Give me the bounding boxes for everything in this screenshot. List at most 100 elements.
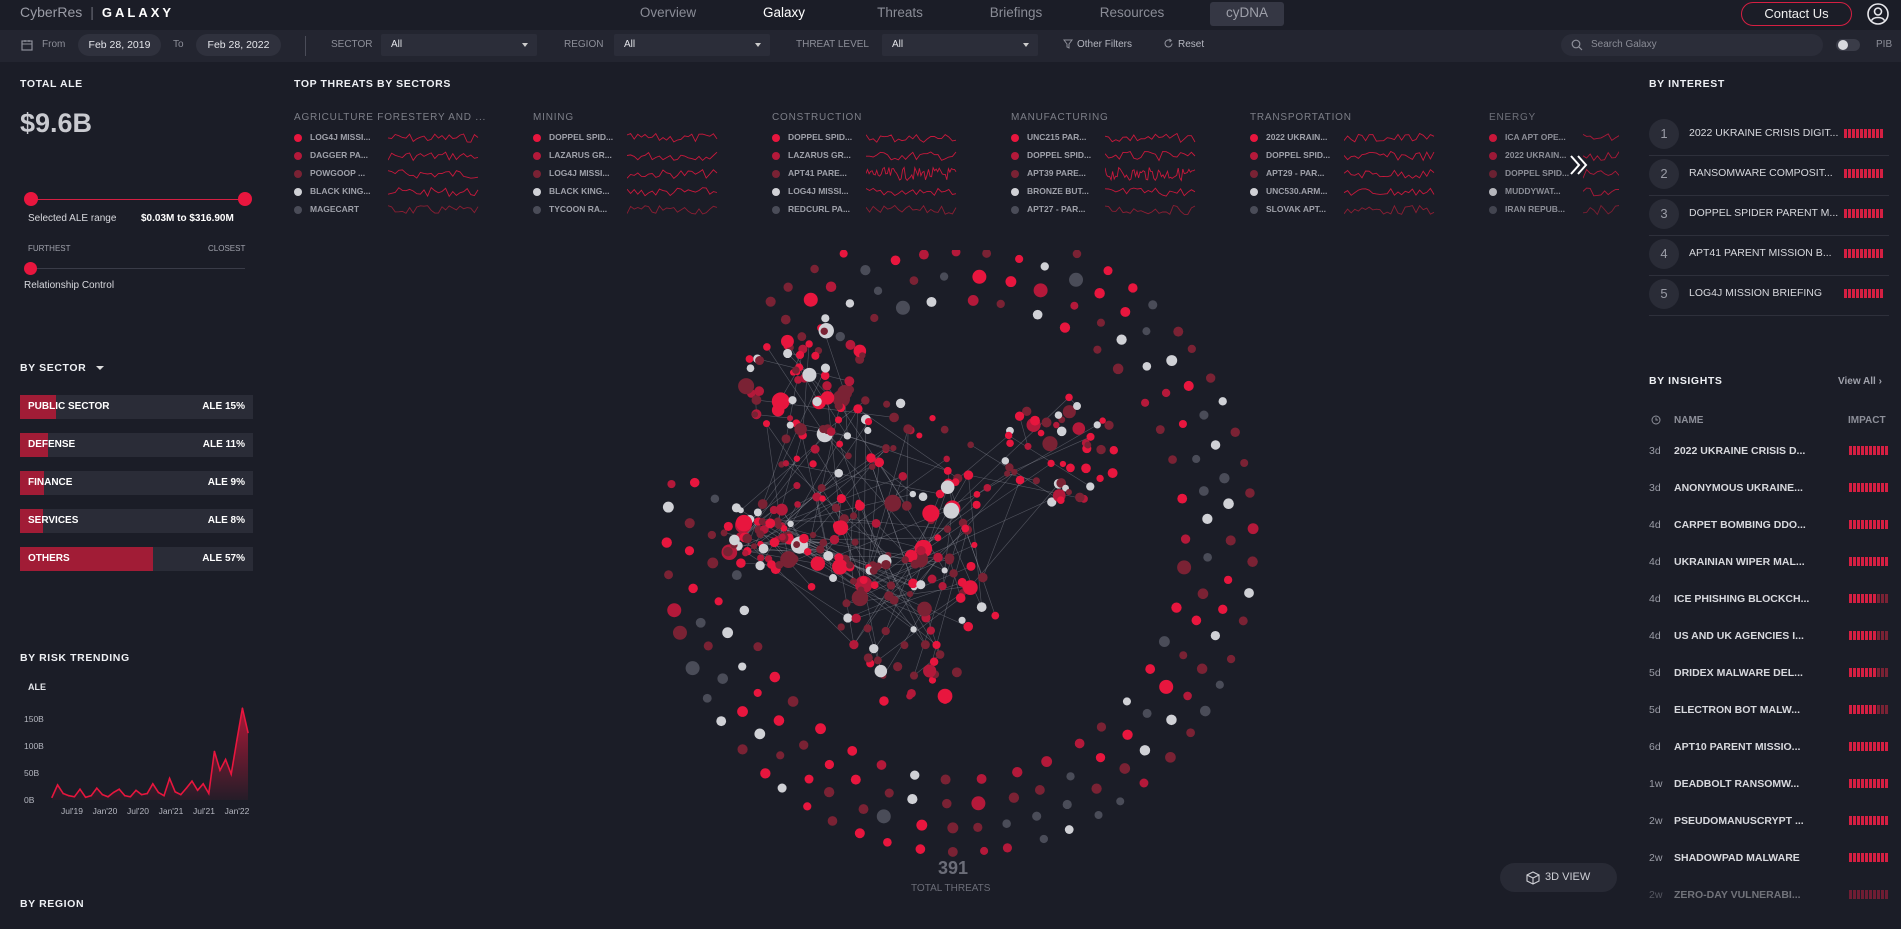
galaxy-node[interactable] — [819, 495, 826, 502]
galaxy-node[interactable] — [781, 434, 791, 444]
galaxy-node[interactable] — [1094, 810, 1103, 820]
galaxy-node[interactable] — [822, 381, 832, 391]
galaxy-node[interactable] — [1012, 766, 1023, 778]
galaxy-node[interactable] — [940, 425, 949, 434]
galaxy-node[interactable] — [1054, 411, 1063, 419]
galaxy-node[interactable] — [874, 562, 882, 570]
galaxy-node[interactable] — [1183, 691, 1192, 701]
threat-row[interactable]: ICA APT OPE... — [1489, 130, 1619, 148]
galaxy-node[interactable] — [1104, 420, 1114, 430]
galaxy-node[interactable] — [943, 455, 950, 463]
galaxy-node[interactable] — [723, 546, 733, 557]
galaxy-node[interactable] — [958, 616, 966, 624]
galaxy-node[interactable] — [1066, 463, 1075, 473]
threat-row[interactable]: LOG4J MISSI... — [533, 166, 748, 184]
galaxy-node[interactable] — [811, 351, 820, 360]
insight-item[interactable]: 4d ICE PHISHING BLOCKCH... — [1649, 582, 1889, 619]
galaxy-node[interactable] — [717, 673, 729, 684]
galaxy-node[interactable] — [810, 264, 819, 274]
galaxy-node[interactable] — [898, 472, 908, 481]
galaxy-node[interactable] — [1177, 493, 1188, 504]
galaxy-node[interactable] — [1226, 654, 1236, 664]
galaxy-node[interactable] — [991, 611, 1000, 620]
galaxy-node[interactable] — [1034, 785, 1045, 795]
galaxy-node[interactable] — [873, 286, 883, 296]
galaxy-node[interactable] — [846, 561, 854, 569]
galaxy-node[interactable] — [845, 299, 855, 308]
galaxy-node[interactable] — [940, 774, 951, 785]
insight-item[interactable]: 5d DRIDEX MALWARE DEL... — [1649, 656, 1889, 693]
galaxy-node[interactable] — [1128, 283, 1138, 293]
galaxy-node[interactable] — [935, 650, 945, 659]
galaxy-node[interactable] — [973, 822, 983, 832]
galaxy-node[interactable] — [834, 416, 843, 424]
galaxy-node[interactable] — [1186, 728, 1195, 738]
galaxy-node[interactable] — [1107, 468, 1118, 478]
galaxy-node[interactable] — [873, 656, 882, 665]
galaxy-node[interactable] — [884, 494, 902, 512]
galaxy-node[interactable] — [843, 613, 853, 623]
galaxy-node[interactable] — [834, 468, 844, 478]
galaxy-node[interactable] — [1215, 680, 1224, 689]
sector-bar[interactable]: FINANCE ALE 9% — [20, 471, 253, 495]
galaxy-node[interactable] — [836, 493, 846, 504]
interest-item[interactable]: 1 2022 UKRAINE CRISIS DIGIT... — [1649, 116, 1889, 156]
galaxy-node[interactable] — [661, 537, 672, 548]
galaxy-node[interactable] — [1142, 361, 1152, 371]
galaxy-node[interactable] — [820, 363, 831, 373]
3d-view-button[interactable]: 3D VIEW — [1500, 863, 1617, 892]
galaxy-node[interactable] — [1041, 756, 1053, 768]
insight-item[interactable]: 3d 2022 UKRAINE CRISIS D... — [1649, 434, 1889, 471]
galaxy-node[interactable] — [1072, 422, 1086, 435]
galaxy-node[interactable] — [775, 560, 784, 569]
threat-row[interactable]: BLACK KING... — [294, 184, 509, 202]
galaxy-node[interactable] — [909, 276, 919, 285]
galaxy-node[interactable] — [731, 570, 742, 581]
galaxy-node[interactable] — [883, 837, 892, 847]
galaxy-node[interactable] — [839, 250, 848, 258]
galaxy-node[interactable] — [793, 541, 801, 549]
galaxy-node[interactable] — [795, 350, 805, 360]
galaxy-node[interactable] — [1112, 363, 1124, 375]
threat-row[interactable]: DOPPEL SPID... — [1489, 166, 1619, 184]
by-sector-dropdown[interactable]: BY SECTOR — [20, 362, 104, 374]
galaxy-node[interactable] — [851, 538, 859, 546]
galaxy-node[interactable] — [1179, 651, 1188, 660]
galaxy-node[interactable] — [1168, 455, 1177, 464]
galaxy-node[interactable] — [929, 414, 936, 422]
galaxy-node[interactable] — [1002, 819, 1011, 828]
galaxy-node[interactable] — [854, 500, 865, 511]
galaxy-node[interactable] — [695, 617, 706, 628]
galaxy-node[interactable] — [782, 460, 790, 467]
user-account-icon[interactable] — [1866, 2, 1890, 26]
sector-bar[interactable]: SERVICES ALE 8% — [20, 509, 253, 533]
galaxy-node[interactable] — [1004, 431, 1013, 440]
galaxy-node[interactable] — [773, 715, 785, 726]
galaxy-node[interactable] — [980, 846, 989, 855]
galaxy-node[interactable] — [859, 352, 866, 359]
galaxy-node[interactable] — [901, 500, 912, 511]
galaxy-node[interactable] — [874, 457, 885, 468]
galaxy-node[interactable] — [746, 364, 755, 373]
galaxy-node[interactable] — [688, 583, 698, 594]
galaxy-node[interactable] — [1145, 664, 1156, 674]
galaxy-node[interactable] — [793, 482, 801, 490]
galaxy-node[interactable] — [829, 534, 840, 545]
galaxy-node[interactable] — [754, 728, 766, 740]
galaxy-node[interactable] — [934, 534, 942, 542]
nav-overview[interactable]: Overview — [610, 0, 726, 28]
galaxy-node[interactable] — [903, 424, 913, 434]
nav-threats[interactable]: Threats — [842, 0, 958, 28]
insight-item[interactable]: 2w SHADOWPAD MALWARE — [1649, 841, 1889, 878]
galaxy-node[interactable] — [1008, 792, 1020, 803]
galaxy-node[interactable] — [910, 559, 920, 569]
insight-item[interactable]: 4d CARPET BOMBING DDO... — [1649, 508, 1889, 545]
galaxy-node[interactable] — [947, 846, 958, 857]
galaxy-node[interactable] — [807, 583, 816, 591]
galaxy-node[interactable] — [773, 394, 786, 408]
galaxy-node[interactable] — [810, 444, 820, 454]
galaxy-node[interactable] — [1120, 306, 1131, 317]
galaxy-node[interactable] — [1039, 834, 1049, 844]
galaxy-node[interactable] — [923, 664, 937, 678]
galaxy-node[interactable] — [820, 391, 835, 405]
